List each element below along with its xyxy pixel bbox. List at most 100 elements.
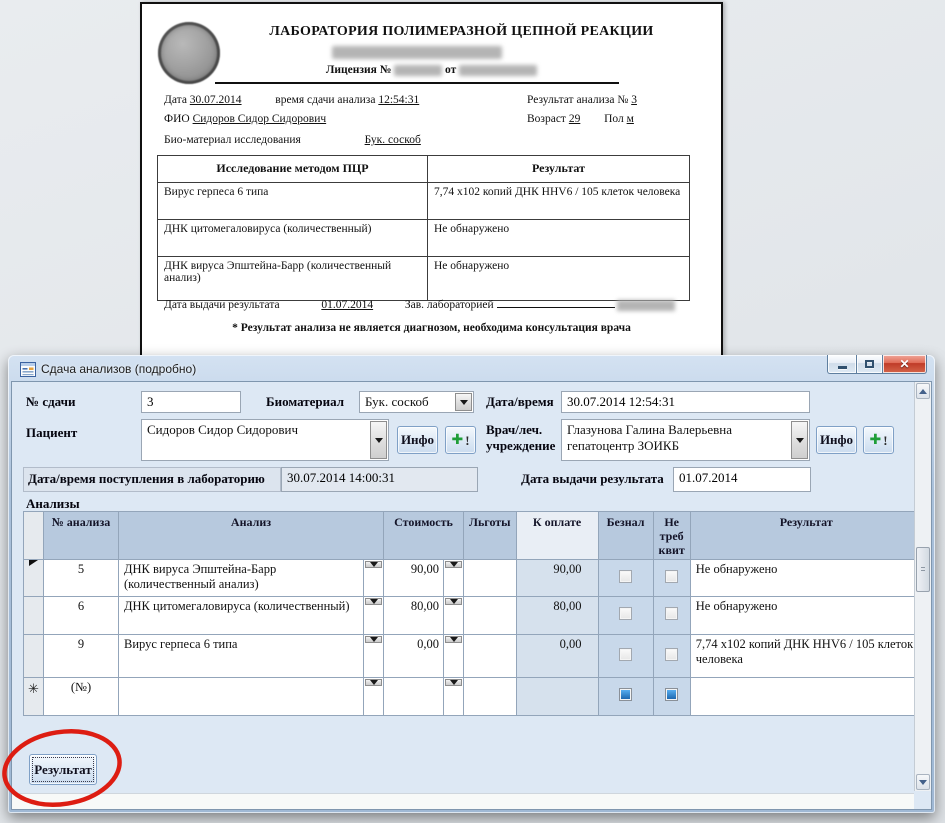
cost-dropdown[interactable]: [443, 559, 464, 598]
cell-noreceipt: [652, 559, 691, 598]
cell-benefits[interactable]: [463, 634, 517, 679]
datetime-label: Дата/время: [486, 394, 554, 409]
cell-beznal: [597, 559, 654, 598]
beznal-checkbox[interactable]: [619, 688, 633, 702]
cell-noreceipt: [652, 634, 691, 679]
cell-analysis[interactable]: ДНК вируса Эпштейна-Барр (количественный…: [118, 559, 364, 598]
maximize-icon: [865, 360, 874, 368]
close-icon: ✕: [899, 357, 910, 371]
doctor-add-button[interactable]: ✚!: [863, 426, 894, 454]
grid-row: 9 Вирус герпеса 6 типа 0,00 0,00 7,74 x1…: [23, 634, 923, 679]
minimize-button[interactable]: [827, 355, 856, 374]
col-header-beznal[interactable]: Безнал: [597, 510, 654, 561]
arrow-up-icon: [919, 388, 927, 394]
beznal-checkbox[interactable]: [619, 647, 633, 661]
cell-cost[interactable]: 0,00: [383, 634, 444, 679]
cell-analysis[interactable]: [118, 677, 364, 717]
cell-cost[interactable]: 90,00: [383, 559, 444, 598]
row-selector[interactable]: [23, 559, 44, 598]
cell-num[interactable]: 6: [43, 596, 119, 636]
cell-benefits[interactable]: [463, 596, 517, 636]
cell-result[interactable]: Не обнаружено: [689, 596, 923, 636]
col-header-analysis[interactable]: Анализ: [118, 510, 384, 561]
doctor-info-button[interactable]: Инфо: [816, 426, 857, 454]
exclamation-icon: !: [465, 432, 470, 448]
patient-add-button[interactable]: ✚!: [445, 426, 476, 454]
cell-analysis[interactable]: ДНК цитомегаловируса (количественный): [118, 596, 364, 636]
cell-cost[interactable]: 80,00: [383, 596, 444, 636]
report-age-sex-line: Возраст 29 Пол м: [527, 113, 634, 125]
noreceipt-checkbox[interactable]: [665, 688, 679, 702]
analysis-dropdown[interactable]: [363, 634, 384, 679]
cost-dropdown[interactable]: [443, 596, 464, 636]
lab-received-field[interactable]: 30.07.2014 14:00:31: [281, 467, 478, 492]
cost-dropdown[interactable]: [443, 677, 464, 717]
report-col-result: Результат: [427, 155, 690, 183]
form-client-area: № сдачи 3 Биоматериал Бук. соскоб Дата/в…: [11, 381, 932, 810]
datetime-field[interactable]: 30.07.2014 12:54:31: [561, 391, 810, 413]
vertical-scrollbar[interactable]: [914, 382, 931, 791]
issue-date-field[interactable]: 01.07.2014: [673, 467, 811, 492]
cell-benefits[interactable]: [463, 559, 517, 598]
grid-row: 5 ДНК вируса Эпштейна-Барр (количественн…: [23, 559, 923, 598]
maximize-button[interactable]: [856, 355, 883, 374]
cell-topay: 90,00: [515, 559, 599, 598]
lab-received-label: Дата/время поступления в лабораторию: [23, 467, 281, 492]
analyses-grid: № анализа Анализ Стоимость Льготы К опла…: [23, 510, 923, 717]
window-titlebar[interactable]: Сдача анализов (подробно) ✕: [11, 355, 932, 381]
col-header-num[interactable]: № анализа: [43, 510, 119, 561]
doctor-line1: Глазунова Галина Валерьевна: [567, 422, 732, 437]
cell-result[interactable]: Не обнаружено: [689, 559, 923, 598]
cell-result[interactable]: 7,74 x102 копий ДНК HHV6 / 105 клеток че…: [689, 634, 923, 679]
report-cell-test: ДНК вируса Эпштейна-Барр (количественный…: [157, 256, 428, 301]
scroll-up-button[interactable]: [916, 383, 930, 399]
cell-analysis[interactable]: Вирус герпеса 6 типа: [118, 634, 364, 679]
biomaterial-combobox[interactable]: Бук. соскоб: [359, 391, 474, 413]
patient-info-button[interactable]: Инфо: [397, 426, 438, 454]
cell-cost[interactable]: [383, 677, 444, 717]
cell-benefits[interactable]: [463, 677, 517, 717]
row-selector[interactable]: [23, 596, 44, 636]
beznal-checkbox[interactable]: [619, 569, 633, 583]
report-cell-result: Не обнаружено: [427, 256, 690, 301]
analysis-dropdown[interactable]: [363, 596, 384, 636]
col-header-topay[interactable]: К оплате: [515, 510, 599, 561]
col-header-benefits[interactable]: Льготы: [463, 510, 517, 561]
license-line: Лицензия № от: [142, 64, 721, 76]
submission-no-field[interactable]: 3: [141, 391, 241, 413]
submission-no-label: № сдачи: [26, 394, 76, 409]
cost-dropdown[interactable]: [443, 634, 464, 679]
result-button[interactable]: Результат: [29, 754, 97, 785]
redacted-address: [332, 46, 502, 59]
close-button[interactable]: ✕: [883, 355, 927, 374]
chevron-down-icon[interactable]: [370, 421, 387, 459]
chevron-down-icon[interactable]: [455, 393, 472, 411]
noreceipt-checkbox[interactable]: [665, 607, 679, 621]
noreceipt-checkbox[interactable]: [665, 569, 679, 583]
scroll-down-button[interactable]: [916, 774, 930, 790]
cell-result[interactable]: [689, 677, 923, 717]
cell-num[interactable]: 5: [43, 559, 119, 598]
minimize-icon: [837, 366, 847, 369]
cell-num[interactable]: (№): [43, 677, 119, 717]
noreceipt-checkbox[interactable]: [665, 647, 679, 661]
col-header-cost[interactable]: Стоимость: [383, 510, 464, 561]
cell-num[interactable]: 9: [43, 634, 119, 679]
issue-date-label: Дата выдачи результата: [521, 471, 664, 486]
header-rule: [215, 82, 619, 84]
row-selector[interactable]: [23, 634, 44, 679]
analysis-dropdown[interactable]: [363, 677, 384, 717]
col-header-noreceipt[interactable]: Не треб квит: [652, 510, 691, 561]
cell-noreceipt: [652, 677, 691, 717]
col-header-result[interactable]: Результат: [689, 510, 923, 561]
window-title: Сдача анализов (подробно): [41, 362, 197, 376]
row-selector[interactable]: ✳: [23, 677, 44, 717]
cell-topay: 80,00: [515, 596, 599, 636]
beznal-checkbox[interactable]: [619, 607, 633, 621]
doctor-combobox[interactable]: Глазунова Галина Валерьевна гепатоцентр …: [561, 419, 810, 461]
redacted-license-number: [394, 64, 443, 76]
chevron-down-icon[interactable]: [791, 421, 808, 459]
patient-combobox[interactable]: Сидоров Сидор Сидорович: [141, 419, 389, 461]
analysis-dropdown[interactable]: [363, 559, 384, 598]
scrollbar-thumb[interactable]: [916, 547, 930, 592]
